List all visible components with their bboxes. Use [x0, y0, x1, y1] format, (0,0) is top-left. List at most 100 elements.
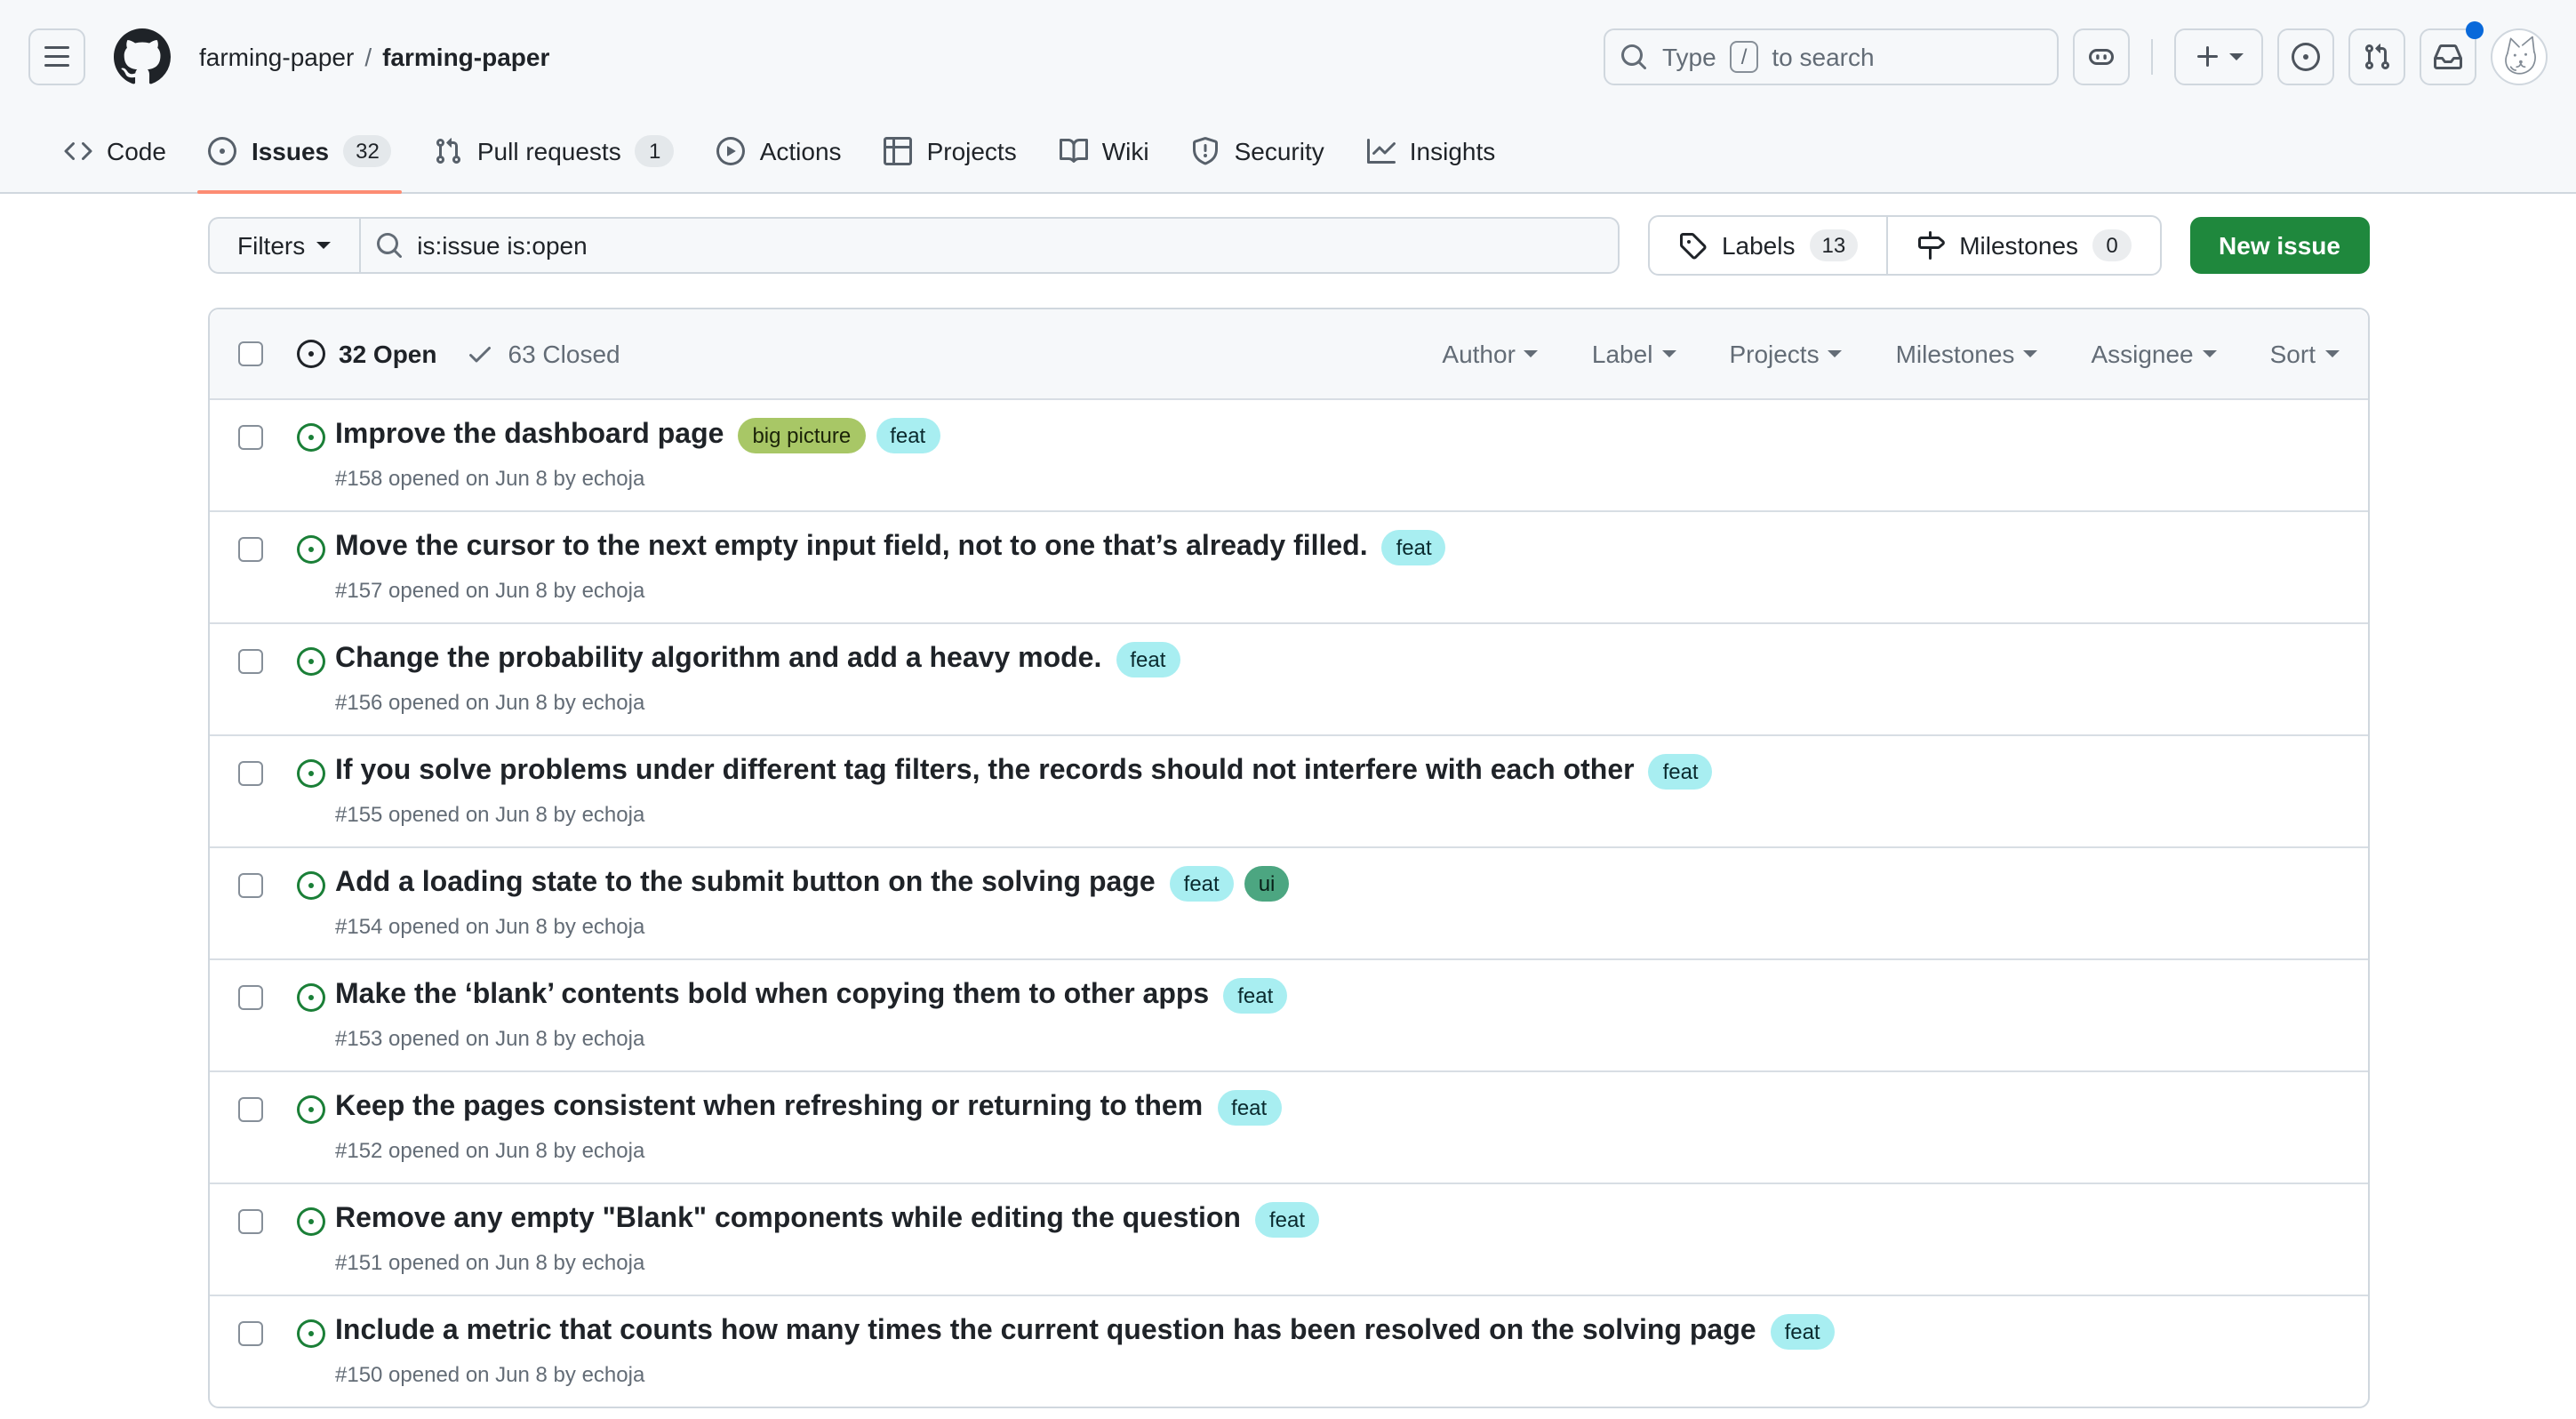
- filters-label: Filters: [237, 231, 305, 260]
- graph-icon: [1367, 137, 1396, 165]
- breadcrumb: farming-paper / farming-paper: [199, 43, 549, 71]
- issue-meta: #155 opened on Jun 8 by echoja: [335, 800, 1713, 829]
- issue-checkbox[interactable]: [237, 537, 262, 562]
- dropdown-label: Projects: [1729, 340, 1819, 368]
- issue-labels: feat: [1649, 754, 1713, 790]
- tab-label: Issues: [252, 137, 329, 165]
- issue-label[interactable]: ui: [1244, 866, 1290, 902]
- labels-button[interactable]: Labels 13: [1651, 217, 1886, 274]
- tab-actions[interactable]: Actions: [696, 110, 863, 192]
- tab-wiki[interactable]: Wiki: [1038, 110, 1171, 192]
- issue-main: Improve the dashboard page big picture fe…: [335, 418, 940, 493]
- pull-requests-count-badge: 1: [636, 135, 675, 167]
- issue-checkbox[interactable]: [237, 1321, 262, 1346]
- create-new-button[interactable]: [2174, 28, 2263, 85]
- issues-search-input[interactable]: [358, 217, 1620, 274]
- dropdown-label: Assignee: [2091, 340, 2193, 368]
- issue-label[interactable]: feat: [1170, 866, 1234, 902]
- issue-label[interactable]: feat: [876, 418, 940, 453]
- issue-label[interactable]: feat: [1649, 754, 1713, 790]
- header-divider: [2151, 39, 2153, 75]
- assignee-filter-dropdown[interactable]: Assignee: [2091, 340, 2216, 368]
- issue-meta: #158 opened on Jun 8 by echoja: [335, 464, 940, 493]
- issue-title-line: If you solve problems under different ta…: [335, 754, 1713, 790]
- pull-request-icon: [435, 137, 463, 165]
- issue-title[interactable]: Move the cursor to the next empty input …: [335, 530, 1368, 565]
- issue-title-line: Improve the dashboard page big picture fe…: [335, 418, 940, 453]
- sort-dropdown[interactable]: Sort: [2270, 340, 2339, 368]
- three-bars-icon: [43, 43, 71, 71]
- issue-label[interactable]: feat: [1223, 978, 1287, 1014]
- issue-title[interactable]: Keep the pages consistent when refreshin…: [335, 1090, 1203, 1126]
- breadcrumb-repo-link[interactable]: farming-paper: [382, 43, 549, 71]
- notifications-inbox-button[interactable]: [2420, 28, 2476, 85]
- issue-opened-icon: [296, 1095, 324, 1124]
- issue-title[interactable]: Include a metric that counts how many ti…: [335, 1314, 1756, 1350]
- filters-dropdown-button[interactable]: Filters: [207, 217, 358, 274]
- issue-title[interactable]: Remove any empty "Blank" components whil…: [335, 1202, 1241, 1238]
- play-icon: [717, 137, 746, 165]
- breadcrumb-owner-link[interactable]: farming-paper: [199, 43, 354, 71]
- hamburger-menu-button[interactable]: [28, 28, 85, 85]
- issue-row: Include a metric that counts how many ti…: [209, 1295, 2367, 1407]
- issue-opened-icon: [296, 871, 324, 900]
- issue-title[interactable]: Add a loading state to the submit button…: [335, 866, 1156, 902]
- open-issues-filter[interactable]: 32 Open: [296, 340, 437, 368]
- issue-checkbox[interactable]: [237, 1209, 262, 1234]
- issue-checkbox[interactable]: [237, 873, 262, 898]
- tab-security[interactable]: Security: [1171, 110, 1346, 192]
- issue-checkbox[interactable]: [237, 649, 262, 674]
- search-icon: [374, 231, 403, 260]
- issue-title[interactable]: Improve the dashboard page: [335, 418, 724, 453]
- issue-checkbox[interactable]: [237, 985, 262, 1010]
- tab-projects[interactable]: Projects: [863, 110, 1038, 192]
- issue-label[interactable]: feat: [1116, 642, 1180, 677]
- inbox-icon: [2434, 43, 2462, 71]
- tab-issues[interactable]: Issues 32: [188, 110, 413, 192]
- github-logo[interactable]: [114, 28, 171, 85]
- avatar[interactable]: [2491, 28, 2548, 85]
- closed-issues-filter[interactable]: 63 Closed: [466, 340, 620, 368]
- code-icon: [64, 137, 92, 165]
- author-filter-dropdown[interactable]: Author: [1442, 340, 1539, 368]
- issue-label[interactable]: feat: [1217, 1090, 1281, 1126]
- chevron-down-icon: [2203, 350, 2217, 365]
- issue-label[interactable]: big picture: [738, 418, 865, 453]
- copilot-button[interactable]: [2073, 28, 2130, 85]
- issue-label[interactable]: feat: [1771, 1314, 1835, 1350]
- issue-opened-icon: [296, 535, 324, 564]
- projects-filter-dropdown[interactable]: Projects: [1729, 340, 1842, 368]
- dropdown-label: Author: [1442, 340, 1516, 368]
- select-all-checkbox[interactable]: [237, 341, 262, 366]
- issue-opened-icon: [296, 759, 324, 788]
- issue-label[interactable]: feat: [1255, 1202, 1319, 1238]
- label-filter-dropdown[interactable]: Label: [1592, 340, 1676, 368]
- tab-label: Security: [1235, 137, 1324, 165]
- new-issue-button[interactable]: New issue: [2190, 217, 2369, 274]
- dropdown-label: Sort: [2270, 340, 2316, 368]
- breadcrumb-separator: /: [364, 43, 372, 71]
- issue-title-line: Change the probability algorithm and add…: [335, 642, 1180, 677]
- chevron-down-icon: [1661, 350, 1676, 365]
- labels-label: Labels: [1722, 231, 1796, 260]
- issue-label[interactable]: feat: [1382, 530, 1446, 565]
- issue-checkbox[interactable]: [237, 425, 262, 450]
- milestones-button[interactable]: Milestones 0: [1886, 217, 2160, 274]
- global-search-input[interactable]: Type / to search: [1604, 28, 2059, 85]
- tab-label: Wiki: [1102, 137, 1149, 165]
- tab-pull-requests[interactable]: Pull requests 1: [413, 110, 696, 192]
- tab-insights[interactable]: Insights: [1346, 110, 1517, 192]
- issue-title[interactable]: Make the ‘blank’ contents bold when copy…: [335, 978, 1209, 1014]
- global-pull-requests-button[interactable]: [2348, 28, 2405, 85]
- chevron-down-icon: [2229, 53, 2244, 68]
- issues-list: Improve the dashboard page big picture fe…: [209, 398, 2367, 1407]
- issue-checkbox[interactable]: [237, 761, 262, 786]
- issue-title[interactable]: If you solve problems under different ta…: [335, 754, 1635, 790]
- issue-meta: #156 opened on Jun 8 by echoja: [335, 688, 1180, 717]
- milestones-filter-dropdown[interactable]: Milestones: [1896, 340, 2038, 368]
- issue-title[interactable]: Change the probability algorithm and add…: [335, 642, 1101, 677]
- book-icon: [1060, 137, 1088, 165]
- issue-checkbox[interactable]: [237, 1097, 262, 1122]
- global-issues-button[interactable]: [2277, 28, 2334, 85]
- tab-code[interactable]: Code: [43, 110, 188, 192]
